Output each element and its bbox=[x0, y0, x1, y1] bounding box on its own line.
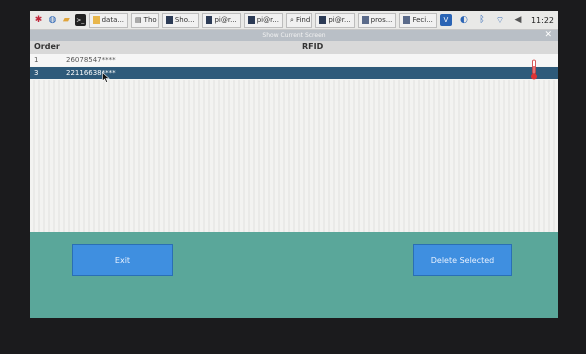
window-icon bbox=[403, 16, 411, 24]
window-title: Show Current Screen bbox=[262, 32, 326, 39]
search-icon: ⌕ bbox=[290, 15, 294, 24]
volume-icon[interactable]: ◀ bbox=[512, 14, 524, 26]
table-empty-area bbox=[30, 80, 558, 232]
task-tho[interactable]: ▤ Tho bbox=[131, 12, 159, 28]
terminal-window-icon bbox=[205, 16, 213, 24]
task-feci[interactable]: Feci... bbox=[399, 12, 437, 28]
column-header-rfid[interactable]: RFID bbox=[302, 42, 323, 51]
exit-button[interactable]: Exit bbox=[72, 244, 173, 276]
window-title-bar: Show Current Screen ✕ bbox=[30, 30, 558, 41]
task-label: pi@r... bbox=[328, 16, 351, 24]
clock: 11:22 bbox=[530, 15, 554, 25]
taskbar: ✱ ◍ ▰ >_ data... ▤ Tho Sho... pi@r... pi@… bbox=[30, 11, 558, 30]
folder-icon bbox=[92, 16, 100, 24]
table-header: Order RFID bbox=[30, 41, 558, 55]
task-show[interactable]: Sho... bbox=[161, 12, 199, 28]
delete-selected-button[interactable]: Delete Selected bbox=[413, 244, 512, 276]
task-pros[interactable]: pros... bbox=[357, 12, 397, 28]
task-find[interactable]: ⌕ Find bbox=[286, 12, 313, 28]
table-row[interactable]: 1 26078547**** bbox=[30, 54, 558, 66]
system-tray: V ◐ ᛒ ⌔ ◀ 11:22 bbox=[437, 14, 558, 26]
task-label: pi@r... bbox=[214, 16, 237, 24]
column-header-order[interactable]: Order bbox=[34, 42, 60, 51]
task-label: Tho bbox=[143, 16, 157, 24]
raspberry-menu-icon[interactable]: ✱ bbox=[33, 14, 44, 26]
wifi-icon[interactable]: ⌔ bbox=[494, 14, 506, 26]
cell-order: 3 bbox=[34, 69, 39, 77]
task-label: Feci... bbox=[412, 16, 433, 24]
file-manager-icon[interactable]: ▰ bbox=[61, 14, 72, 26]
device-screen: ✱ ◍ ▰ >_ data... ▤ Tho Sho... pi@r... pi@… bbox=[30, 11, 558, 318]
file-icon: ▤ bbox=[135, 16, 142, 24]
window-icon bbox=[361, 16, 369, 24]
task-label: Find bbox=[295, 16, 311, 24]
task-terminal-1[interactable]: pi@r... bbox=[201, 12, 241, 28]
task-terminal-2[interactable]: pi@r... bbox=[243, 12, 284, 28]
task-terminal-3[interactable]: pi@r... bbox=[315, 12, 355, 28]
task-label: pi@r... bbox=[256, 16, 280, 24]
button-panel: Exit Delete Selected bbox=[30, 232, 558, 318]
cell-order: 1 bbox=[34, 56, 39, 64]
terminal-window-icon bbox=[319, 16, 327, 24]
terminal-icon[interactable]: >_ bbox=[74, 14, 86, 26]
vnc-icon[interactable]: V bbox=[439, 14, 452, 26]
thermometer-icon bbox=[531, 59, 537, 80]
task-label: data... bbox=[101, 16, 125, 24]
task-label: Sho... bbox=[174, 16, 195, 24]
web-browser-icon[interactable]: ◍ bbox=[47, 14, 58, 26]
cell-rfid: 26078547**** bbox=[66, 56, 116, 64]
window-icon bbox=[165, 16, 173, 24]
task-label: pros... bbox=[370, 16, 393, 24]
terminal-window-icon bbox=[247, 16, 255, 24]
task-data[interactable]: data... bbox=[88, 12, 129, 28]
mouse-cursor-icon bbox=[102, 72, 110, 83]
update-icon[interactable]: ◐ bbox=[458, 14, 470, 26]
bluetooth-icon[interactable]: ᛒ bbox=[476, 14, 488, 26]
